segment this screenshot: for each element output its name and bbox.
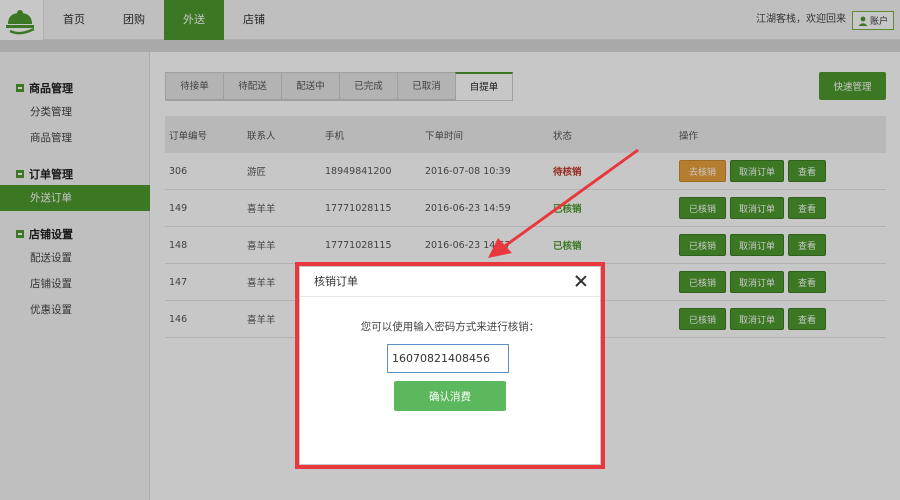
verify-code-input[interactable]	[387, 344, 509, 373]
close-icon[interactable]	[574, 274, 588, 288]
confirm-consume-button[interactable]: 确认消费	[394, 381, 506, 411]
dialog-header: 核销订单	[300, 267, 600, 297]
verify-order-dialog: 核销订单 您可以使用输入密码方式来进行核销： 确认消费	[300, 267, 600, 464]
dialog-tip: 您可以使用输入密码方式来进行核销：	[360, 321, 540, 333]
dialog-title: 核销订单	[314, 275, 358, 288]
